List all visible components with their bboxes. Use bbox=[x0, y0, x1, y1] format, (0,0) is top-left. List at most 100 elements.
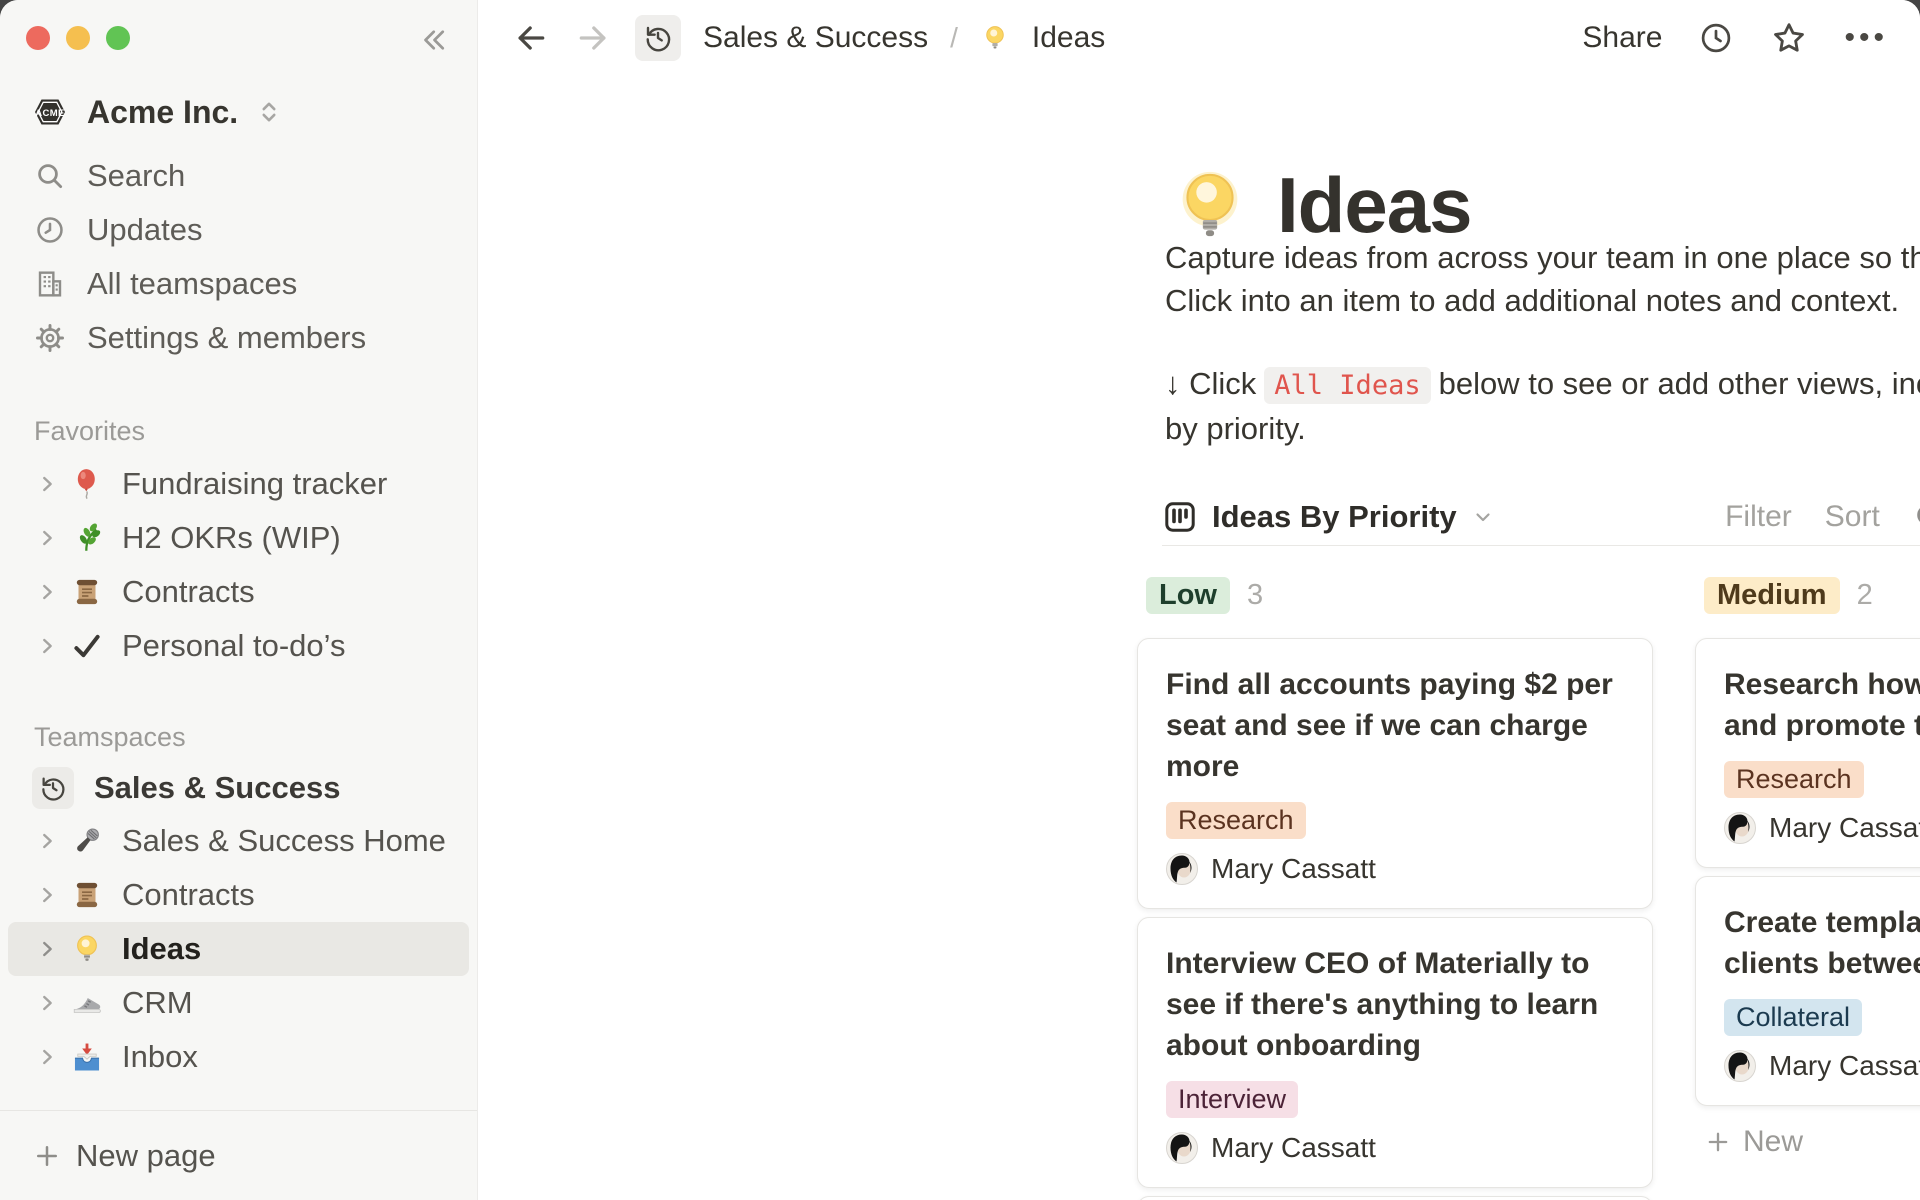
view-selector[interactable]: Ideas By Priority bbox=[1162, 499, 1495, 535]
breadcrumb-space[interactable]: Sales & Success bbox=[703, 21, 928, 55]
sidebar-item-ideas[interactable]: Ideas bbox=[8, 922, 469, 976]
workspace-switch-icon bbox=[255, 98, 283, 126]
hint-line: ↓ ClickAll Ideasbelow to see or add othe… bbox=[1165, 362, 1920, 407]
chevron-right-icon[interactable] bbox=[36, 635, 70, 657]
plus-icon bbox=[32, 1141, 62, 1171]
add-card-button[interactable]: New bbox=[1695, 1122, 1920, 1162]
chevron-right-icon[interactable] bbox=[36, 581, 70, 603]
sidebar-item-label: H2 OKRs (WIP) bbox=[122, 520, 341, 556]
star-icon[interactable] bbox=[1770, 19, 1808, 57]
search-icon[interactable] bbox=[1913, 501, 1920, 533]
breadcrumb-history-clock-icon[interactable] bbox=[635, 15, 681, 61]
column-header: Low 3 bbox=[1137, 576, 1653, 614]
column-count: 2 bbox=[1857, 579, 1873, 612]
clock-icon[interactable] bbox=[1698, 20, 1734, 56]
herb-icon bbox=[70, 521, 122, 555]
board-view-icon bbox=[1162, 499, 1198, 535]
new-page-button[interactable]: New page bbox=[0, 1130, 477, 1182]
sidebar-item-crm[interactable]: CRM bbox=[0, 976, 477, 1030]
sidebar-item-settings[interactable]: Settings & members bbox=[0, 311, 477, 365]
chevron-right-icon[interactable] bbox=[36, 992, 70, 1014]
card-title: Interview CEO of Materially to see if th… bbox=[1166, 943, 1624, 1066]
balloon-icon bbox=[70, 467, 122, 501]
close-window-button[interactable] bbox=[26, 26, 50, 50]
sidebar-item-label: Ideas bbox=[122, 931, 201, 967]
favorites-list: Fundraising tracker H2 OKRs (WIP) Contra… bbox=[0, 457, 477, 673]
sidebar-item-personal-todos[interactable]: Personal to-do’s bbox=[0, 619, 477, 673]
sidebar-item-updates[interactable]: Updates bbox=[0, 203, 477, 257]
teamspace-sales-success[interactable]: Sales & Success bbox=[0, 762, 477, 814]
sidebar-item-label: Personal to-do’s bbox=[122, 628, 345, 664]
view-name: Ideas By Priority bbox=[1212, 499, 1457, 535]
all-ideas-code-tag: All Ideas bbox=[1264, 367, 1430, 404]
sidebar-item-label: Settings & members bbox=[87, 320, 366, 356]
inbox-icon bbox=[70, 1040, 122, 1074]
card-assignee: Mary Cassatt bbox=[1166, 853, 1624, 885]
sidebar-item-search[interactable]: Search bbox=[0, 149, 477, 203]
priority-pill-low[interactable]: Low bbox=[1146, 577, 1230, 614]
workspace-switcher[interactable]: ACME Acme Inc. bbox=[30, 88, 461, 136]
back-arrow-icon[interactable] bbox=[511, 18, 551, 58]
board-card[interactable]: Interview CEO of Materially to see if th… bbox=[1137, 917, 1653, 1188]
sidebar-item-label: Contracts bbox=[122, 877, 255, 913]
clock-icon bbox=[34, 214, 66, 246]
teamspaces-list: Sales & Success Sales & Success Home Con… bbox=[0, 762, 477, 1084]
description-line: Click into an item to add additional not… bbox=[1165, 279, 1920, 322]
main-content: Sales & Success / Ideas Share ••• Ideas … bbox=[479, 0, 1920, 1200]
share-button[interactable]: Share bbox=[1582, 21, 1662, 55]
search-icon bbox=[34, 160, 66, 192]
chevron-right-icon[interactable] bbox=[36, 473, 70, 495]
zoom-window-button[interactable] bbox=[106, 26, 130, 50]
sort-button[interactable]: Sort bbox=[1825, 500, 1880, 534]
sidebar-item-contracts-fav[interactable]: Contracts bbox=[0, 565, 477, 619]
plus-icon bbox=[1704, 1128, 1732, 1156]
tag-research: Research bbox=[1724, 761, 1864, 798]
lightbulb-icon bbox=[980, 23, 1010, 53]
chevron-right-icon[interactable] bbox=[36, 1046, 70, 1068]
chevron-right-icon[interactable] bbox=[36, 884, 70, 906]
assignee-name: Mary Cassatt bbox=[1769, 812, 1920, 844]
chevron-down-icon bbox=[1471, 505, 1495, 529]
breadcrumb-page[interactable]: Ideas bbox=[1032, 21, 1105, 55]
sidebar-divider bbox=[0, 1110, 477, 1111]
sidebar-item-h2-okrs[interactable]: H2 OKRs (WIP) bbox=[0, 511, 477, 565]
board-card[interactable]: Research how Competitor A sell and promo… bbox=[1695, 638, 1920, 868]
history-clock-icon bbox=[32, 767, 74, 809]
board-card[interactable]: Target design agencies who have bbox=[1137, 1196, 1653, 1200]
sidebar-item-fundraising-tracker[interactable]: Fundraising tracker bbox=[0, 457, 477, 511]
lightbulb-icon bbox=[70, 932, 122, 966]
board-card[interactable]: Find all accounts paying $2 per seat and… bbox=[1137, 638, 1653, 909]
teamspace-name: Sales & Success bbox=[94, 770, 340, 806]
hint-line: by priority. bbox=[1165, 407, 1920, 450]
sidebar-item-all-teamspaces[interactable]: All teamspaces bbox=[0, 257, 477, 311]
card-title: Research how Competitor A sell and promo… bbox=[1724, 664, 1920, 746]
acme-logo-icon: ACME bbox=[30, 92, 70, 132]
sidebar-item-label: Updates bbox=[87, 212, 202, 248]
topbar: Sales & Success / Ideas Share ••• bbox=[479, 0, 1920, 76]
chevron-right-icon[interactable] bbox=[36, 527, 70, 549]
assignee-name: Mary Cassatt bbox=[1211, 853, 1376, 885]
chevron-right-icon[interactable] bbox=[36, 830, 70, 852]
scroll-icon bbox=[70, 878, 122, 912]
chevron-right-icon[interactable] bbox=[36, 938, 70, 960]
sidebar-item-sales-success-home[interactable]: Sales & Success Home bbox=[0, 814, 477, 868]
minimize-window-button[interactable] bbox=[66, 26, 90, 50]
microphone-icon bbox=[70, 824, 122, 858]
window-controls bbox=[26, 26, 130, 50]
hint-suffix: below to see or add other views, includi… bbox=[1439, 366, 1920, 401]
more-options-icon[interactable]: ••• bbox=[1844, 21, 1888, 55]
page-icon-lightbulb[interactable] bbox=[1169, 165, 1251, 247]
checkmark-icon bbox=[70, 629, 122, 663]
priority-pill-medium[interactable]: Medium bbox=[1704, 577, 1840, 614]
sidebar-item-inbox[interactable]: Inbox bbox=[0, 1030, 477, 1084]
assignee-name: Mary Cassatt bbox=[1769, 1050, 1920, 1082]
sidebar-item-contracts-team[interactable]: Contracts bbox=[0, 868, 477, 922]
forward-arrow-icon[interactable] bbox=[573, 18, 613, 58]
sidebar-item-label: Fundraising tracker bbox=[122, 466, 387, 502]
filter-button[interactable]: Filter bbox=[1725, 500, 1792, 534]
breadcrumb-separator: / bbox=[950, 22, 958, 54]
collapse-sidebar-icon[interactable] bbox=[415, 22, 451, 58]
card-title: Find all accounts paying $2 per seat and… bbox=[1166, 664, 1624, 787]
board-column-medium: Medium 2 Research how Competitor A sell … bbox=[1695, 576, 1920, 1200]
board-card[interactable]: Create templates for enterprise clients … bbox=[1695, 876, 1920, 1106]
